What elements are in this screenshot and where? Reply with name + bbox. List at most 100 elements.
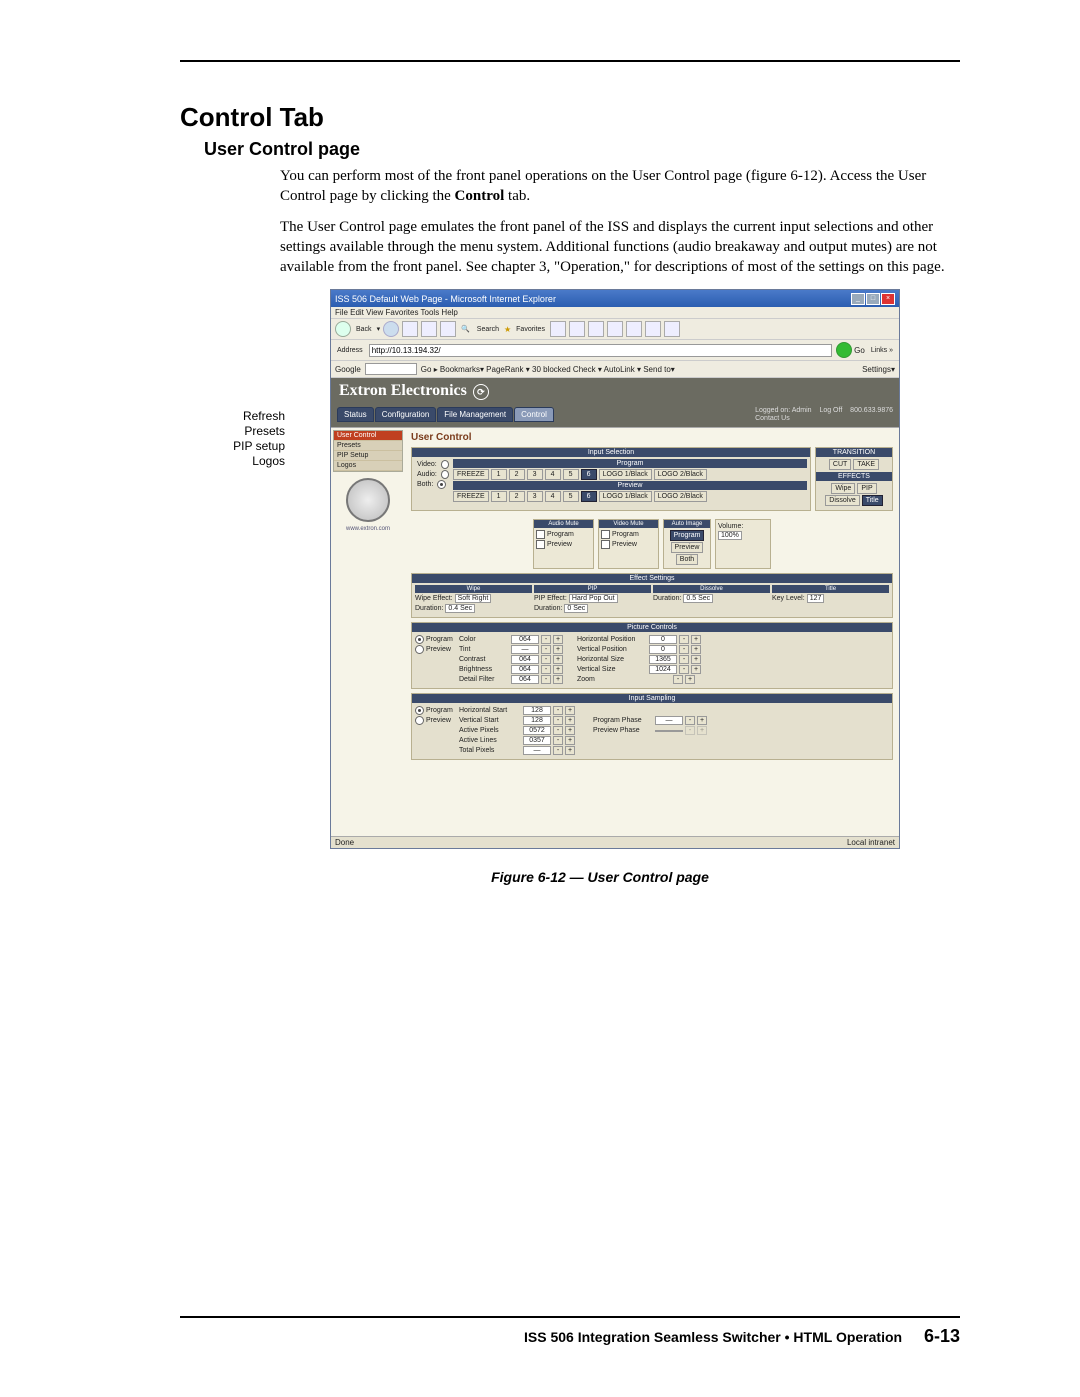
- pic-preview-radio[interactable]: [415, 645, 424, 654]
- minus-button[interactable]: -: [541, 635, 551, 644]
- back-icon[interactable]: [335, 321, 351, 337]
- logo2-button[interactable]: LOGO 2/Black: [654, 469, 707, 480]
- window-buttons[interactable]: _□×: [850, 292, 895, 305]
- video-mute-program[interactable]: [601, 530, 610, 539]
- main-title: User Control: [411, 432, 893, 443]
- discuss-icon[interactable]: [626, 321, 642, 337]
- input-4[interactable]: 4: [545, 469, 561, 480]
- forward-icon[interactable]: [383, 321, 399, 337]
- title-button[interactable]: Title: [862, 495, 883, 506]
- extron-logo-icon: [346, 478, 390, 522]
- mail-icon[interactable]: [569, 321, 585, 337]
- label: Video:: [415, 461, 439, 468]
- audio-mute-head: Audio Mute: [534, 520, 593, 528]
- freeze-button-prev[interactable]: FREEZE: [453, 491, 489, 502]
- stop-icon[interactable]: [402, 321, 418, 337]
- auto-both[interactable]: Both: [676, 554, 698, 565]
- key-level-select[interactable]: 127: [807, 594, 825, 603]
- sidebar-item-pip-setup[interactable]: PIP Setup: [334, 451, 402, 461]
- pip-effect-select[interactable]: Hard Pop Out: [569, 594, 618, 603]
- wipe-duration-select[interactable]: 0.4 Sec: [445, 604, 475, 613]
- video-mute-preview[interactable]: [601, 540, 610, 549]
- google-toolbar-items[interactable]: Go ▸ Bookmarks▾ PageRank ▾ 30 blocked Ch…: [421, 365, 675, 374]
- transition-head: TRANSITION: [816, 448, 892, 457]
- menu-bar[interactable]: File Edit View Favorites Tools Help: [331, 307, 899, 319]
- input-1[interactable]: 1: [491, 469, 507, 480]
- input-selection-head: Input Selection: [412, 448, 810, 457]
- audio-mute-program[interactable]: [536, 530, 545, 539]
- preview-head: Preview: [453, 481, 807, 490]
- volume-select[interactable]: 100%: [718, 531, 742, 540]
- pic-program-radio[interactable]: [415, 635, 424, 644]
- pip-duration-select[interactable]: 0 Sec: [564, 604, 588, 613]
- label: Both:: [415, 481, 435, 488]
- auto-image-head: Auto Image: [664, 520, 710, 528]
- subsection-heading: User Control page: [204, 139, 960, 160]
- text: tab.: [504, 188, 530, 204]
- window-title: ISS 506 Default Web Page - Microsoft Int…: [335, 294, 556, 304]
- links-label: Links »: [869, 347, 895, 354]
- label: Preview: [547, 541, 572, 548]
- audio-radio[interactable]: [441, 470, 449, 479]
- address-input[interactable]: [369, 344, 832, 357]
- freeze-button[interactable]: FREEZE: [453, 469, 489, 480]
- login-info: Logged on: Admin Log Off 800.633.9876 Co…: [755, 406, 893, 423]
- text: You can perform most of the front panel …: [280, 168, 926, 204]
- tab-configuration[interactable]: Configuration: [375, 407, 437, 422]
- sidebar-item-logos[interactable]: Logos: [334, 461, 402, 471]
- google-logo: Google: [335, 365, 361, 374]
- side-menu[interactable]: User Control Presets PIP Setup Logos: [333, 430, 403, 472]
- messenger-icon[interactable]: [664, 321, 680, 337]
- sidebar-item-presets[interactable]: Presets: [334, 441, 402, 451]
- refresh-icon[interactable]: [421, 321, 437, 337]
- audio-mute-preview[interactable]: [536, 540, 545, 549]
- browser-screenshot: ISS 506 Default Web Page - Microsoft Int…: [330, 289, 900, 849]
- volume-label: Volume:: [718, 523, 743, 530]
- take-button[interactable]: TAKE: [853, 459, 879, 470]
- page-number: 6-13: [924, 1326, 960, 1346]
- label: Audio:: [415, 471, 439, 478]
- cut-button[interactable]: CUT: [829, 459, 851, 470]
- tab-control[interactable]: Control: [514, 407, 554, 422]
- input-5[interactable]: 5: [563, 469, 579, 480]
- input-6[interactable]: 6: [581, 469, 597, 480]
- home-icon[interactable]: [440, 321, 456, 337]
- brand-banner: Extron Electronics ⟳: [331, 378, 899, 404]
- print-icon[interactable]: [588, 321, 604, 337]
- samp-preview-radio[interactable]: [415, 716, 424, 725]
- wipe-button[interactable]: Wipe: [831, 483, 855, 494]
- input-2[interactable]: 2: [509, 469, 525, 480]
- samp-program-radio[interactable]: [415, 706, 424, 715]
- plus-button[interactable]: +: [553, 635, 563, 644]
- edit-icon[interactable]: [607, 321, 623, 337]
- nav-toolbar[interactable]: Back ▾ 🔍Search ★Favorites: [331, 319, 899, 340]
- status-zone: Local intranet: [847, 838, 895, 847]
- effect-settings-head: Effect Settings: [412, 574, 892, 583]
- auto-program[interactable]: Program: [670, 530, 705, 541]
- program-head: Program: [453, 459, 807, 468]
- figure-caption: Figure 6-12 — User Control page: [240, 869, 960, 885]
- history-icon[interactable]: [550, 321, 566, 337]
- both-radio[interactable]: [437, 480, 446, 489]
- page-tabs[interactable]: StatusConfigurationFile ManagementContro…: [337, 407, 555, 422]
- paragraph-2: The User Control page emulates the front…: [280, 217, 960, 278]
- callout-logos: Logos: [215, 454, 285, 469]
- tab-status[interactable]: Status: [337, 407, 374, 422]
- pip-button[interactable]: PIP: [857, 483, 876, 494]
- video-radio[interactable]: [441, 460, 449, 469]
- google-search-input[interactable]: [365, 363, 417, 375]
- tab-file-management[interactable]: File Management: [437, 407, 513, 422]
- sidebar-item-user-control[interactable]: User Control: [334, 431, 402, 441]
- dissolve-button[interactable]: Dissolve: [825, 495, 859, 506]
- callout-presets: Presets: [215, 424, 285, 439]
- wipe-effect-select[interactable]: Soft Right: [455, 594, 492, 603]
- research-icon[interactable]: [645, 321, 661, 337]
- go-label: Go: [854, 346, 865, 355]
- dissolve-duration-select[interactable]: 0.5 Sec: [683, 594, 713, 603]
- status-done: Done: [335, 838, 354, 847]
- google-settings[interactable]: Settings▾: [862, 365, 895, 374]
- auto-preview[interactable]: Preview: [671, 542, 704, 553]
- logo1-button[interactable]: LOGO 1/Black: [599, 469, 652, 480]
- go-button[interactable]: Go: [836, 342, 865, 358]
- input-3[interactable]: 3: [527, 469, 543, 480]
